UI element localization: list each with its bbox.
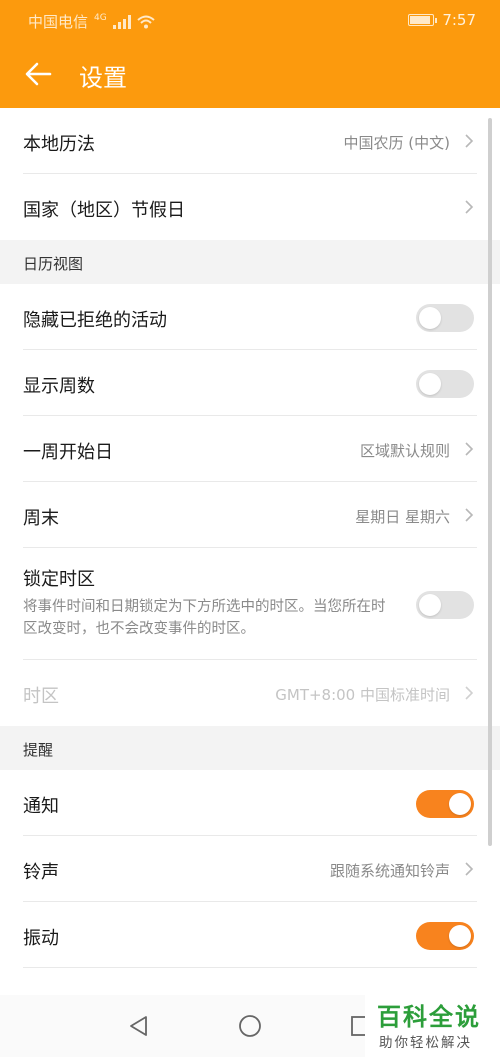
setting-label: 锁定时区 (23, 569, 95, 590)
toggle-knob (449, 793, 471, 815)
setting-timezone: 时区 GMT+8:00 中国标准时间 (0, 660, 500, 726)
setting-notification[interactable]: 通知 (0, 770, 500, 836)
carrier-label: 中国电信 (28, 13, 89, 31)
show-week-numbers-toggle[interactable] (416, 370, 474, 398)
chevron-right-icon (465, 508, 474, 522)
section-header-calendar-view: 日历视图 (0, 240, 500, 284)
setting-label: 国家（地区）节假日 (23, 200, 185, 221)
chevron-right-icon (465, 862, 474, 876)
setting-value: 星期日 星期六 (355, 508, 450, 526)
setting-local-calendar[interactable]: 本地历法 中国农历 (中文) (0, 108, 500, 174)
setting-next-partial[interactable] (0, 968, 500, 995)
lock-timezone-toggle[interactable] (416, 591, 474, 619)
status-bar: 中国电信 4G 7:57 (0, 0, 500, 42)
setting-value: GMT+8:00 中国标准时间 (275, 686, 450, 704)
nav-back-icon[interactable] (126, 1013, 152, 1039)
setting-label: 一周开始日 (23, 442, 113, 463)
chevron-right-icon (465, 442, 474, 456)
setting-ringtone[interactable]: 铃声 跟随系统通知铃声 (0, 836, 500, 902)
setting-value: 区域默认规则 (359, 442, 450, 460)
chevron-right-icon (465, 200, 474, 214)
settings-list[interactable]: 本地历法 中国农历 (中文) 国家（地区）节假日 日历视图 隐藏已拒绝的活动 显… (0, 108, 500, 995)
toggle-knob (449, 925, 471, 947)
setting-holidays[interactable]: 国家（地区）节假日 (0, 174, 500, 240)
setting-lock-timezone[interactable]: 锁定时区 将事件时间和日期锁定为下方所选中的时区。当您所在时区改变时，也不会改变… (0, 548, 500, 660)
setting-label: 铃声 (23, 862, 59, 883)
network-type-label: 4G (94, 12, 107, 23)
toggle-knob (419, 594, 441, 616)
app-bar: 设置 (0, 42, 500, 108)
setting-label: 时区 (23, 686, 59, 707)
setting-value: 中国农历 (中文) (343, 134, 450, 152)
setting-label: 通知 (23, 796, 59, 817)
setting-label: 显示周数 (23, 376, 95, 397)
chevron-right-icon (465, 134, 474, 148)
setting-hide-declined[interactable]: 隐藏已拒绝的活动 (0, 284, 500, 350)
setting-show-week-numbers[interactable]: 显示周数 (0, 350, 500, 416)
watermark-slogan: 助你轻松解决 (379, 1035, 472, 1051)
page-title: 设置 (79, 64, 127, 92)
setting-label: 振动 (23, 928, 59, 949)
setting-vibration[interactable]: 振动 (0, 902, 500, 968)
watermark-logo: 百科全说 助你轻松解决 (365, 995, 500, 1057)
setting-weekend[interactable]: 周末 星期日 星期六 (0, 482, 500, 548)
back-arrow-icon[interactable] (22, 57, 56, 91)
setting-label: 隐藏已拒绝的活动 (23, 310, 167, 331)
setting-label: 本地历法 (23, 134, 95, 155)
signal-icon (112, 14, 131, 29)
setting-value: 跟随系统通知铃声 (329, 862, 450, 880)
section-header-reminder: 提醒 (0, 726, 500, 770)
toggle-knob (419, 373, 441, 395)
notification-toggle[interactable] (416, 790, 474, 818)
hide-declined-toggle[interactable] (416, 304, 474, 332)
battery-icon (408, 14, 438, 26)
chevron-right-icon (465, 686, 474, 700)
watermark-brand: 百科全说 (377, 1003, 481, 1031)
toggle-knob (419, 307, 441, 329)
clock-label: 7:57 (442, 11, 476, 29)
section-title: 提醒 (23, 741, 54, 759)
setting-week-start[interactable]: 一周开始日 区域默认规则 (0, 416, 500, 482)
scrollbar[interactable] (488, 118, 492, 846)
setting-label: 周末 (23, 508, 59, 529)
vibration-toggle[interactable] (416, 922, 474, 950)
setting-description: 将事件时间和日期锁定为下方所选中的时区。当您所在时区改变时，也不会改变事件的时区… (23, 599, 386, 637)
wifi-icon (137, 15, 155, 28)
nav-home-icon[interactable] (237, 1013, 263, 1039)
section-title: 日历视图 (23, 255, 84, 273)
